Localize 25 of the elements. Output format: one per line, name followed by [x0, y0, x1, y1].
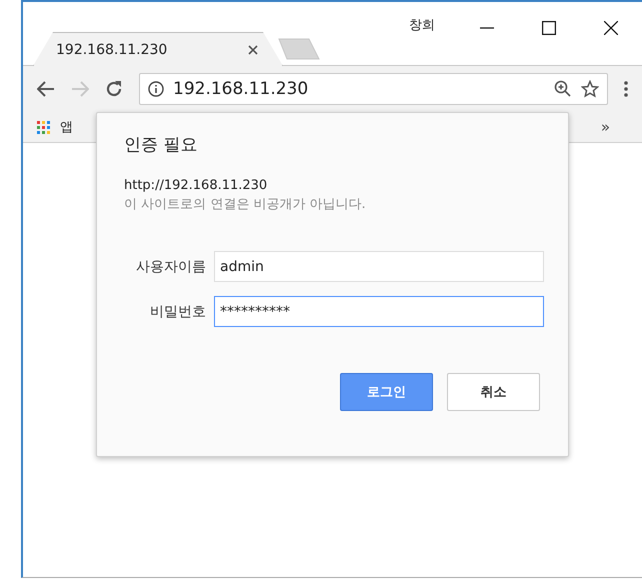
zoom-icon[interactable] [554, 80, 572, 98]
dialog-title: 인증 필요 [124, 134, 198, 156]
overflow-chevron[interactable]: » [600, 118, 610, 136]
maximize-icon[interactable] [542, 21, 556, 35]
apps-icon [37, 120, 50, 134]
input-field[interactable]: admin [214, 251, 544, 282]
tab-title: 192.168.11.230 [56, 42, 168, 58]
url-text: 192.168.11.230 [173, 79, 310, 99]
field-label: 비밀번호 [149, 302, 206, 320]
close-icon[interactable] [604, 21, 618, 35]
input-field[interactable]: ********** [214, 296, 544, 327]
bookmark-item[interactable]: 앱 [37, 118, 73, 136]
star-icon[interactable] [581, 80, 599, 98]
site-address: http://192.168.11.230 [124, 178, 268, 193]
reload-icon[interactable] [105, 80, 123, 98]
close-icon[interactable] [248, 44, 258, 54]
address-bar[interactable]: 192.168.11.230 [139, 73, 608, 105]
privacy-warning: 이 사이트로의 연결은 비공개가 아닙니다. [124, 196, 367, 213]
browser-tab[interactable]: 192.168.11.230 [33, 32, 283, 66]
back-icon[interactable] [37, 81, 55, 97]
profile-name[interactable]: 창희 [409, 16, 435, 34]
menu-icon[interactable] [624, 81, 628, 97]
cancel-button[interactable]: 취소 [447, 373, 540, 411]
field-label: 사용자이름 [135, 258, 206, 276]
info-icon[interactable] [148, 81, 164, 97]
